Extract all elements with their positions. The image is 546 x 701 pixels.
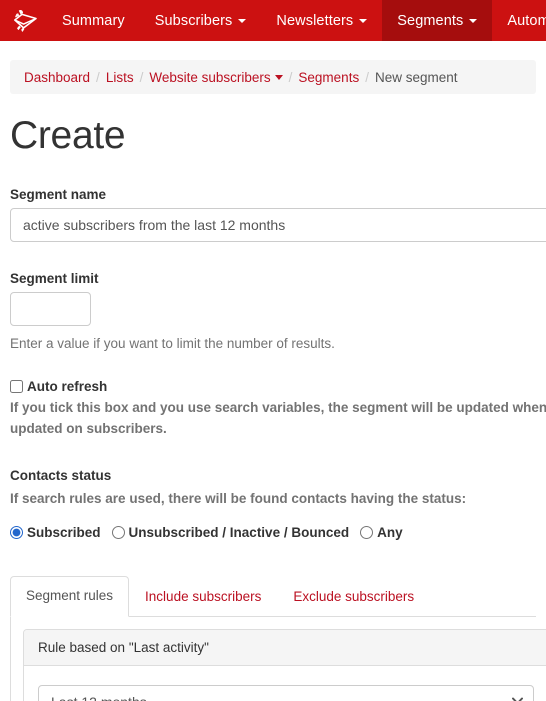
nav-item-automations[interactable]: Automations [492, 0, 546, 41]
radio-unsubscribed[interactable] [111, 526, 125, 540]
tab-bar: Segment rules Include subscribers Exclud… [10, 576, 536, 618]
radio-option-unsubscribed-inactive-bounced[interactable]: Unsubscribed / Inactive / Bounced [111, 525, 350, 541]
rule-period-select[interactable]: Last 12 months [38, 685, 534, 701]
breadcrumb-item-label: Website subscribers [149, 69, 271, 85]
app-logo[interactable] [0, 0, 47, 41]
breadcrumb-item-website-subscribers[interactable]: Website subscribers [149, 69, 283, 85]
segment-limit-label: Segment limit [10, 270, 99, 286]
auto-refresh-help-line1: If you tick this box and you use search … [10, 400, 546, 416]
segment-limit-input[interactable] [10, 291, 91, 326]
tab-label: Exclude subscribers [293, 589, 415, 605]
chevron-down-icon [238, 18, 247, 23]
nav-item-newsletters[interactable]: Newsletters [261, 0, 382, 41]
breadcrumb-item-segments[interactable]: Segments [298, 70, 359, 85]
tab-segment-rules[interactable]: Segment rules [10, 576, 130, 618]
radio-option-label: Any [377, 525, 403, 541]
nav-item-subscribers[interactable]: Subscribers [140, 0, 262, 41]
auto-refresh-help: If you tick this box and you use search … [10, 398, 546, 440]
tabs-section: Segment rules Include subscribers Exclud… [10, 576, 546, 701]
tab-label: Include subscribers [145, 589, 262, 605]
radio-option-label: Unsubscribed / Inactive / Bounced [128, 525, 350, 541]
tab-panel-segment-rules: Rule based on "Last activity" Last 12 mo… [10, 617, 546, 701]
segment-name-input[interactable] [10, 207, 546, 242]
radio-option-any[interactable]: Any [360, 525, 403, 540]
segment-limit-help: Enter a value if you want to limit the n… [10, 335, 335, 351]
rule-select-wrapper: Last 12 months [38, 685, 534, 701]
nav-item-label: Summary [62, 12, 125, 29]
rule-panel-body: Last 12 months [24, 666, 546, 701]
segment-name-label: Segment name [10, 186, 107, 202]
radio-any[interactable] [360, 526, 374, 540]
auto-refresh-label[interactable]: Auto refresh [27, 379, 107, 394]
nav-item-segments[interactable]: Segments [382, 0, 493, 41]
nav-item-summary[interactable]: Summary [47, 0, 140, 41]
chevron-down-icon [359, 18, 368, 23]
contacts-status-description: If search rules are used, there will be … [10, 491, 467, 507]
radio-subscribed[interactable] [10, 526, 23, 540]
auto-refresh-row[interactable]: Auto refresh [10, 379, 536, 394]
tab-label: Segment rules [26, 588, 114, 604]
rule-panel-title: Rule based on "Last activity" [24, 630, 546, 667]
chevron-down-icon [469, 18, 478, 23]
radio-option-subscribed[interactable]: Subscribed [10, 525, 101, 540]
breadcrumb: Dashboard / Lists / Website subscribers … [10, 60, 536, 94]
page-title: Create [10, 114, 126, 157]
breadcrumb-item-new-segment: New segment [374, 69, 458, 85]
nav-item-label: Subscribers [154, 12, 233, 29]
nav-item-label: Segments [397, 12, 464, 29]
chevron-down-icon [274, 75, 283, 81]
breadcrumb-separator: / [96, 69, 100, 85]
nav-item-label: Newsletters [276, 12, 354, 29]
top-navbar: Summary Subscribers Newsletters Segments… [0, 0, 546, 41]
contacts-status-label: Contacts status [10, 468, 112, 484]
tab-include-subscribers[interactable]: Include subscribers [129, 577, 277, 617]
breadcrumb-separator: / [365, 69, 369, 85]
nav-item-label: Automations [507, 12, 546, 29]
breadcrumb-item-dashboard[interactable]: Dashboard [24, 70, 90, 85]
auto-refresh-help-line2: updated on subscribers. [10, 421, 167, 437]
auto-refresh-checkbox[interactable] [10, 380, 23, 394]
contacts-status-radio-group: Subscribed Unsubscribed / Inactive / Bou… [10, 525, 536, 540]
breadcrumb-item-lists[interactable]: Lists [106, 70, 134, 85]
radio-option-label: Subscribed [27, 525, 101, 541]
tab-exclude-subscribers[interactable]: Exclude subscribers [277, 577, 430, 617]
breadcrumb-separator: / [288, 69, 293, 85]
breadcrumb-separator: / [139, 69, 144, 85]
page-content: Create Segment name Segment limit Enter … [0, 114, 546, 701]
rule-panel: Rule based on "Last activity" Last 12 mo… [23, 629, 546, 701]
